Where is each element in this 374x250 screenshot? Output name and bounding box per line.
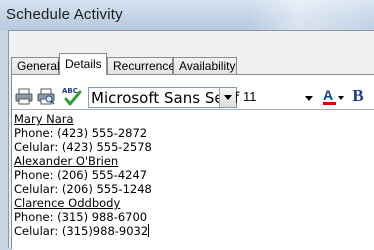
contact-name: Alexander O'Brien	[14, 154, 119, 168]
text-caret	[148, 224, 150, 237]
tab-general[interactable]: General	[11, 57, 60, 74]
formatting-toolbar: ABC Microsoft Sans Serif 11 A B	[12, 83, 374, 109]
print-preview-icon[interactable]	[37, 88, 55, 105]
contact-phone: Phone: (423) 555-2872	[14, 126, 148, 140]
spell-check-abc-text: ABC	[62, 87, 78, 95]
print-icon[interactable]	[15, 88, 33, 105]
details-text-editor[interactable]: Mary Nara Phone: (423) 555-2872 Celular:…	[12, 109, 374, 250]
contact-name: Mary Nara	[14, 112, 74, 126]
chevron-down-icon	[224, 95, 232, 100]
font-size-value: 11	[243, 89, 257, 104]
title-bar: Schedule Activity	[0, 0, 374, 30]
chevron-down-icon[interactable]	[338, 96, 344, 100]
contact-cell: Celular: (423) 555-2578	[14, 140, 152, 154]
bold-button[interactable]: B	[349, 85, 367, 107]
font-color-button[interactable]: A	[322, 87, 344, 107]
glass-reflection	[250, 0, 374, 30]
spell-check-icon[interactable]: ABC	[61, 85, 85, 107]
font-name-dropdown-button[interactable]	[219, 88, 236, 107]
font-color-icon: A	[323, 87, 334, 103]
font-name-value: Microsoft Sans Serif	[91, 89, 240, 107]
contact-phone: Phone: (206) 555-4247	[14, 168, 148, 182]
window-title: Schedule Activity	[6, 6, 123, 23]
tab-strip: General Details Recurrence Availability	[9, 53, 374, 75]
font-name-combobox[interactable]: Microsoft Sans Serif	[88, 87, 240, 108]
tab-details[interactable]: Details	[59, 53, 107, 75]
details-tab-page: ABC Microsoft Sans Serif 11 A B Mary Nar…	[11, 74, 374, 250]
font-size-combobox[interactable]: 11	[241, 87, 316, 108]
editor-content[interactable]: Mary Nara Phone: (423) 555-2872 Celular:…	[14, 112, 152, 238]
tab-availability[interactable]: Availability	[173, 57, 237, 74]
contact-phone: Phone: (315) 988-6700	[14, 210, 148, 224]
font-color-bar	[323, 102, 336, 105]
contact-cell: Celular: (315)988-9032	[14, 224, 149, 238]
dialog-client-area: General Details Recurrence Availability	[8, 30, 374, 250]
contact-name: Clarence Oddbody	[14, 196, 121, 210]
tab-recurrence[interactable]: Recurrence	[107, 57, 175, 74]
chevron-down-icon[interactable]	[305, 96, 313, 101]
contact-cell: Celular: (206) 555-1248	[14, 182, 152, 196]
contact-cell-line: Celular: (315)988-9032	[14, 224, 152, 238]
